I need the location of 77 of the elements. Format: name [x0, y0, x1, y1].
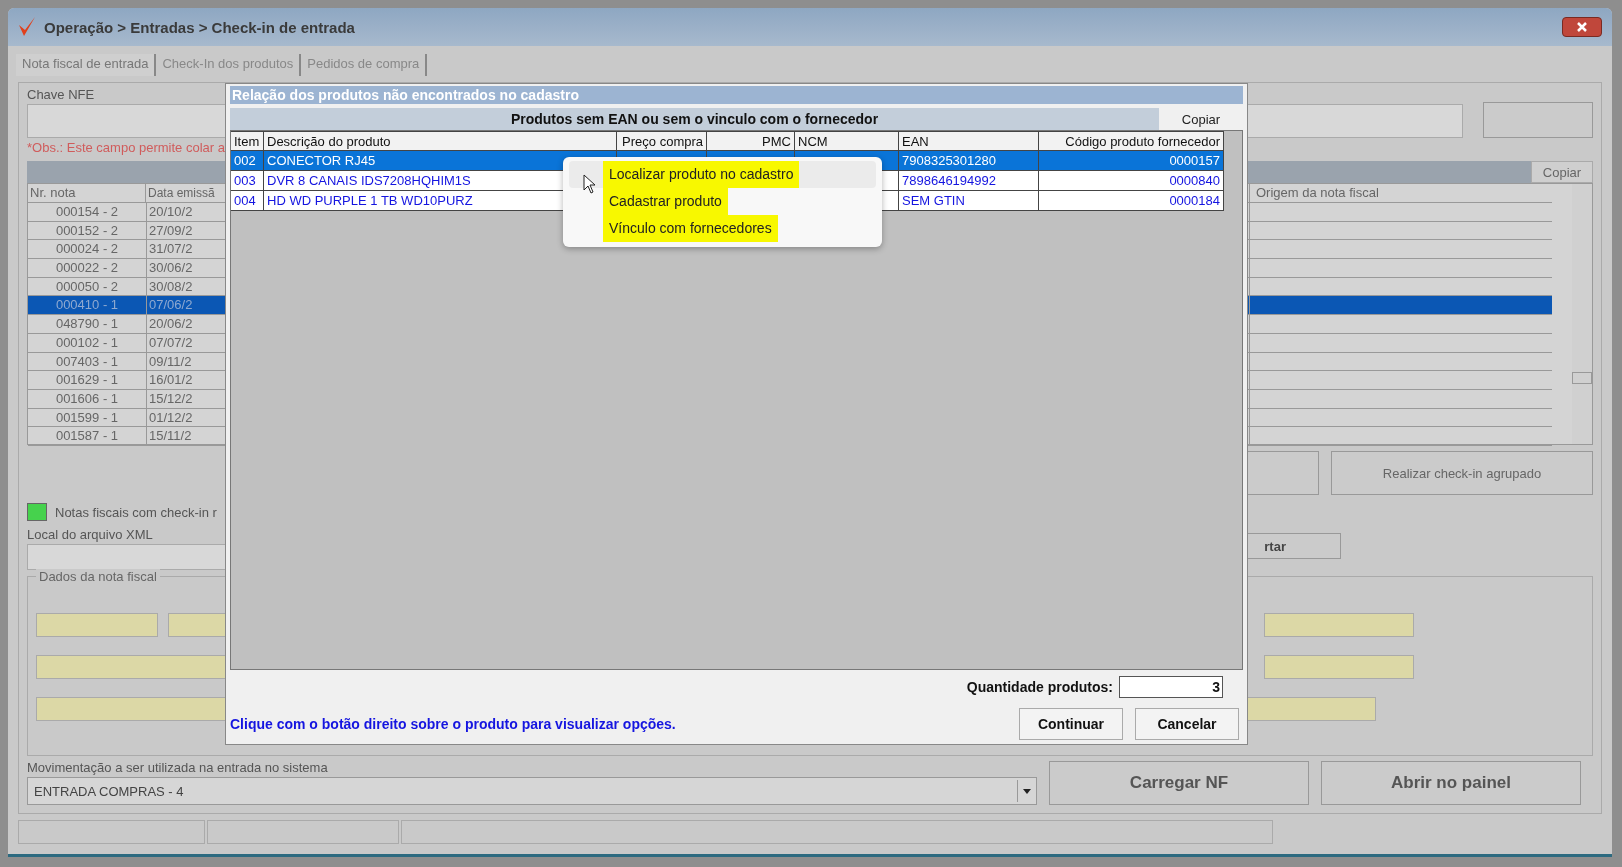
- table-cell: 001599 - 1: [28, 408, 147, 427]
- column-header: Item: [231, 132, 264, 150]
- copy-button[interactable]: Copiar: [1531, 161, 1593, 183]
- scrollbar[interactable]: [1572, 184, 1592, 444]
- movement-dropdown[interactable]: ENTRADA COMPRAS - 4: [27, 777, 1037, 805]
- column-header: Preço compra: [617, 132, 707, 150]
- action-button[interactable]: Abrir no painel: [1321, 761, 1581, 805]
- quantity-field[interactable]: 3: [1119, 676, 1223, 698]
- table-cell: 0000157: [1039, 151, 1224, 170]
- table-cell-text: 15/12/2: [148, 389, 194, 408]
- field-label: Chave NFE: [27, 87, 95, 102]
- table-cell: 000152 - 2: [28, 221, 147, 240]
- column-header: Nr. nota: [28, 184, 146, 202]
- column-header: EAN: [899, 132, 1039, 150]
- table-cell-text: 20/06/2: [148, 315, 194, 333]
- note-text: *Obs.: Este campo permite colar a: [27, 140, 225, 155]
- grid-title: Produtos sem EAN ou sem o vinculo com o fornecedor: [509, 110, 880, 129]
- table-cell-text: 30/06/2: [148, 259, 194, 277]
- close-icon: [1575, 21, 1589, 33]
- table-cell-text: 09/11/2: [148, 352, 193, 371]
- invoice-number-field[interactable]: [36, 613, 158, 637]
- dropdown-arrow-icon: [1023, 788, 1031, 794]
- table-cell: 001606 - 1: [28, 389, 147, 408]
- group-title: Dados da nota fiscal: [36, 569, 160, 584]
- table-cell-text: 20/10/2: [148, 203, 194, 221]
- button[interactable]: [1483, 102, 1593, 138]
- table-cell: 001629 - 1: [28, 371, 147, 389]
- table-cell: 0000840: [1039, 171, 1224, 190]
- table-cell: 7908325301280: [899, 151, 1039, 170]
- column-header: Descrição do produto: [264, 132, 617, 150]
- table-cell: 003: [231, 171, 264, 190]
- table-cell: 000410 - 1: [28, 296, 147, 315]
- column-header: PMC: [707, 132, 795, 150]
- table-cell-text: 30/08/2: [148, 277, 194, 296]
- table-cell-text: 16/01/2: [148, 371, 194, 389]
- mouse-pointer-icon: [583, 174, 596, 194]
- field-label: Local do arquivo XML: [27, 527, 153, 542]
- text-field[interactable]: [1264, 613, 1414, 637]
- table-cell: 007403 - 1: [28, 352, 147, 371]
- field-label: Movimentação a ser utilizada na entrada no sistema: [27, 760, 328, 775]
- table-cell-text: 01/12/2: [148, 408, 194, 427]
- close-button[interactable]: [1562, 17, 1602, 37]
- hint-text: Clique com o botão direito sobre o produto para visualizar opções.: [230, 716, 677, 732]
- table-cell-text: 07/07/2: [148, 333, 194, 352]
- action-button[interactable]: Carregar NF: [1049, 761, 1309, 805]
- table-cell: 7898646194992: [899, 171, 1039, 190]
- table-cell-text: 07/06/2: [148, 296, 194, 315]
- table-cell: 048790 - 1: [28, 315, 147, 333]
- table-cell: 0000184: [1039, 191, 1224, 210]
- table-cell: 001587 - 1: [28, 427, 147, 445]
- text-field[interactable]: [1264, 655, 1414, 679]
- dialog-title: Relação dos produtos não encontrados no cadastro: [230, 86, 1243, 104]
- table-cell: 000050 - 2: [28, 277, 147, 296]
- table-cell-text: 31/07/2: [148, 240, 194, 259]
- table-cell-text: 27/09/2: [148, 221, 194, 240]
- quantity-label: Quantidade produtos:: [966, 679, 1113, 695]
- table-cell: 000022 - 2: [28, 259, 147, 277]
- table-cell-text: 15/11/2: [148, 427, 193, 445]
- dialog-button[interactable]: Continuar: [1019, 708, 1123, 740]
- table-cell: 000154 - 2: [28, 203, 147, 221]
- dialog-button[interactable]: Cancelar: [1135, 708, 1239, 740]
- table-cell: SEM GTIN: [899, 191, 1039, 210]
- table-cell: 000102 - 1: [28, 333, 147, 352]
- column-header: Código produto fornecedor: [1039, 132, 1224, 150]
- table-cell: 002: [231, 151, 264, 170]
- window-title: Operação > Entradas > Check-in de entrada: [44, 18, 356, 36]
- legend-label: Notas fiscais com check-in r: [55, 504, 217, 520]
- column-header: Data emissã: [147, 185, 216, 202]
- table-cell: 004: [231, 191, 264, 210]
- table-cell: 000024 - 2: [28, 240, 147, 259]
- legend-swatch: [27, 503, 47, 521]
- column-header: NCM: [795, 132, 899, 150]
- copy-button[interactable]: Copiar: [1159, 108, 1243, 130]
- grouped-checkin-button[interactable]: Realizar check-in agrupado: [1331, 451, 1593, 495]
- checkmark-logo-icon: [18, 16, 36, 38]
- menu-item[interactable]: Localizar produto no cadastro: [569, 161, 876, 188]
- column-header: Origem da nota fiscal: [1255, 184, 1380, 202]
